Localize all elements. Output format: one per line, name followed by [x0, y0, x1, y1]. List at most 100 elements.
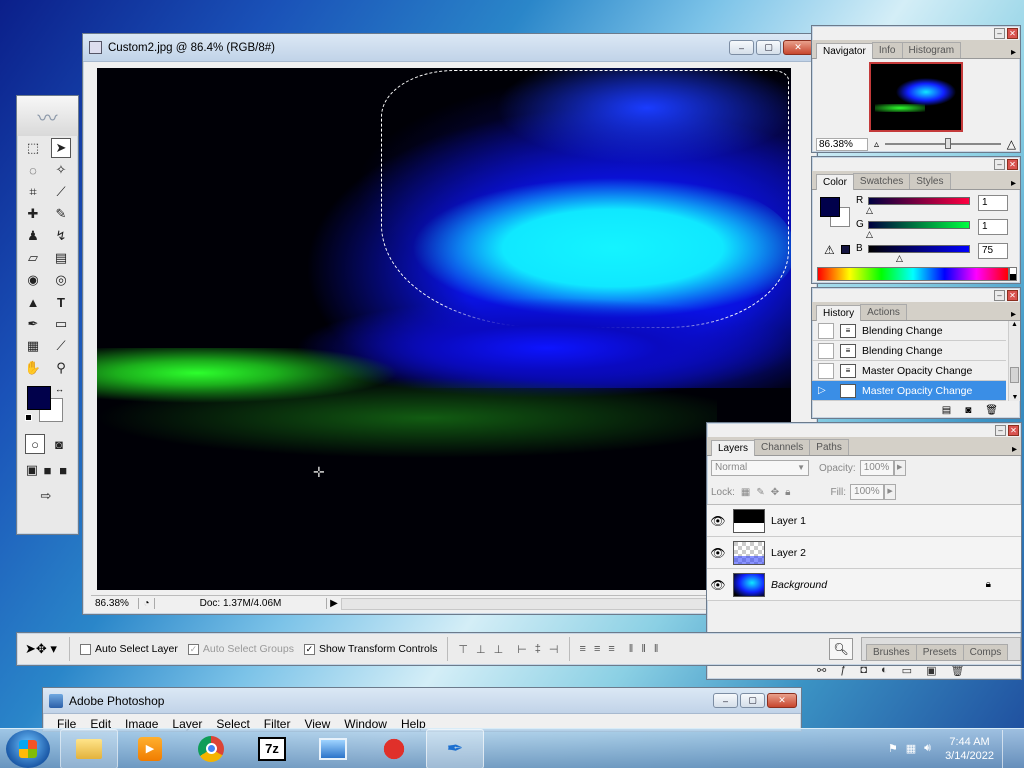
taskbar-chrome[interactable]: [182, 729, 240, 768]
taskbar-image-viewer[interactable]: [304, 729, 362, 768]
app-minimize-button[interactable]: –: [713, 693, 738, 708]
distribute-left-icon[interactable]: ‖: [629, 643, 634, 655]
b-value-field[interactable]: 75: [978, 243, 1008, 259]
image-canvas[interactable]: ✛: [97, 68, 791, 590]
history-scrollbar[interactable]: ▲ ▼: [1008, 321, 1020, 401]
app-close-button[interactable]: ✕: [767, 693, 797, 708]
g-slider[interactable]: [868, 221, 970, 229]
screen-mode-full-icon[interactable]: ■: [56, 460, 70, 480]
distribute-bottom-icon[interactable]: ≡: [608, 643, 614, 655]
align-top-icon[interactable]: ⊤: [458, 643, 468, 656]
show-transform-checkbox[interactable]: ✓: [303, 643, 315, 655]
layer-row[interactable]: 👁︎ Layer 2: [707, 537, 1021, 569]
status-menu-icon[interactable]: ◔: [139, 598, 155, 609]
navigator-zoom-value[interactable]: 86.38%: [816, 137, 868, 151]
history-snapshot-box[interactable]: [818, 322, 834, 339]
zoom-slider[interactable]: [885, 138, 1001, 149]
auto-select-groups-checkbox[interactable]: ✓: [187, 643, 199, 655]
tab-channels[interactable]: Channels: [754, 439, 811, 455]
gamut-color-chip[interactable]: [841, 245, 850, 254]
tab-layers[interactable]: Layers: [711, 440, 756, 456]
zoom-level[interactable]: 86.38%: [91, 598, 139, 609]
tab-actions[interactable]: Actions: [860, 304, 907, 320]
taskbar-media-player[interactable]: ▶: [121, 729, 179, 768]
history-snapshot-box[interactable]: [818, 362, 834, 379]
move-tool-preset-icon[interactable]: ➤✥ ▾: [25, 641, 65, 657]
well-brushes[interactable]: Brushes: [866, 644, 917, 660]
eraser-tool-icon[interactable]: ▱: [23, 248, 43, 268]
auto-select-groups-option[interactable]: ✓ Auto Select Groups: [187, 643, 294, 655]
r-value-field[interactable]: 1: [978, 195, 1008, 211]
history-close-button[interactable]: ✕: [1007, 290, 1018, 301]
taskbar-7zip[interactable]: 7z: [243, 729, 301, 768]
shape-tool-icon[interactable]: ▭: [51, 314, 71, 334]
spectrum-black-white[interactable]: [1009, 267, 1017, 281]
visibility-eye-icon[interactable]: 👁︎: [707, 546, 729, 560]
navigator-preview[interactable]: [869, 62, 963, 132]
tab-navigator[interactable]: Navigator: [816, 43, 873, 59]
well-comps[interactable]: Comps: [962, 644, 1009, 660]
standard-mode-icon[interactable]: ○: [25, 434, 45, 454]
spectrum-bar[interactable]: [817, 267, 1009, 281]
healing-brush-icon[interactable]: ✚: [23, 204, 43, 224]
lock-all-icon[interactable]: 🔒︎: [785, 487, 790, 498]
delete-state-icon[interactable]: 🗑: [985, 405, 998, 416]
new-document-from-state-icon[interactable]: ▤: [942, 405, 951, 416]
eyedropper-icon[interactable]: ⟋: [51, 336, 71, 356]
visibility-eye-icon[interactable]: 👁︎: [707, 578, 729, 592]
blend-mode-select[interactable]: Normal ▼: [711, 460, 809, 476]
tab-paths[interactable]: Paths: [809, 439, 849, 455]
history-item[interactable]: ≡ Blending Change: [812, 321, 1006, 341]
path-selection-icon[interactable]: ▲: [23, 292, 43, 312]
distribute-hcenter-icon[interactable]: ‖: [641, 643, 646, 655]
gradient-tool-icon[interactable]: ▤: [51, 248, 71, 268]
notes-tool-icon[interactable]: ▦: [23, 336, 43, 356]
tab-color[interactable]: Color: [816, 174, 854, 190]
auto-select-layer-option[interactable]: Auto Select Layer: [80, 643, 178, 655]
tab-history[interactable]: History: [816, 305, 862, 321]
blur-tool-icon[interactable]: ◉: [23, 270, 43, 290]
color-menu-icon[interactable]: ▸: [1011, 178, 1016, 189]
taskbar-paint-app[interactable]: [365, 729, 423, 768]
align-vcenter-icon[interactable]: ⊥: [476, 643, 486, 656]
tab-styles[interactable]: Styles: [909, 173, 951, 189]
doc-maximize-button[interactable]: ▢: [756, 40, 781, 55]
g-value-field[interactable]: 1: [978, 219, 1008, 235]
pen-tool-icon[interactable]: ✒: [23, 314, 43, 334]
taskbar-explorer[interactable]: [60, 728, 118, 768]
color-minimize-button[interactable]: –: [994, 159, 1005, 170]
zoom-tool-icon[interactable]: ⚲: [51, 358, 71, 378]
tab-histogram[interactable]: Histogram: [901, 42, 962, 58]
default-colors-icon[interactable]: [25, 414, 32, 421]
lock-position-icon[interactable]: ✥: [771, 487, 779, 498]
history-minimize-button[interactable]: –: [994, 290, 1005, 301]
color-fg-swatch[interactable]: [820, 197, 840, 217]
toolbox-header[interactable]: 〰: [17, 96, 78, 136]
layers-close-button[interactable]: ✕: [1008, 425, 1019, 436]
tab-swatches[interactable]: Swatches: [852, 173, 911, 189]
fill-field[interactable]: 100%: [850, 484, 885, 500]
navigator-close-button[interactable]: ✕: [1007, 28, 1018, 39]
start-button[interactable]: [6, 729, 50, 768]
swap-colors-icon[interactable]: ↔: [55, 384, 64, 394]
layers-minimize-button[interactable]: –: [995, 425, 1006, 436]
history-brush-icon[interactable]: ↯: [51, 226, 71, 246]
marquee-tool-icon[interactable]: ⬚: [23, 138, 43, 158]
lock-transparency-icon[interactable]: ▦: [741, 487, 750, 498]
well-presets[interactable]: Presets: [915, 644, 964, 660]
gamut-warning-icon[interactable]: ⚠: [824, 243, 835, 257]
color-close-button[interactable]: ✕: [1007, 159, 1018, 170]
lasso-tool-icon[interactable]: ◌: [23, 160, 43, 180]
magic-wand-icon[interactable]: ✧: [51, 160, 71, 180]
b-slider[interactable]: [868, 245, 970, 253]
app-maximize-button[interactable]: ▢: [740, 693, 765, 708]
scroll-up-icon[interactable]: ▲: [1009, 321, 1020, 328]
dodge-tool-icon[interactable]: ◎: [51, 270, 71, 290]
status-arrow-icon[interactable]: ▶: [327, 598, 341, 609]
align-left-icon[interactable]: ⊢: [517, 643, 527, 656]
doc-close-button[interactable]: ✕: [783, 40, 813, 55]
zoom-in-icon[interactable]: △: [1007, 137, 1016, 151]
new-snapshot-icon[interactable]: ◙: [965, 405, 971, 416]
history-scroll-thumb[interactable]: [1010, 367, 1019, 383]
hand-tool-icon[interactable]: ✋: [23, 358, 43, 378]
